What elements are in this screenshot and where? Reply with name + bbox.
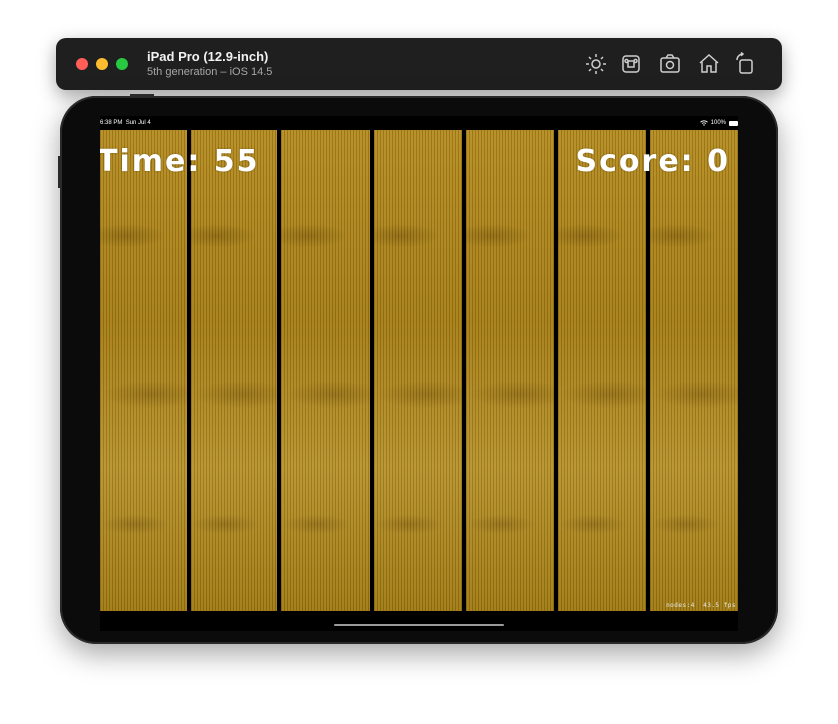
battery-icon (729, 120, 738, 126)
side-button (58, 156, 61, 188)
home-icon[interactable] (697, 52, 721, 76)
simulator-toolbar: iPad Pro (12.9-inch) 5th generation – iO… (56, 38, 782, 90)
time-label: Time: 55 (100, 144, 260, 179)
wood-plank (558, 130, 646, 611)
wood-plank (466, 130, 554, 611)
close-window-button[interactable] (76, 58, 88, 70)
ipad-screen[interactable]: 6:38 PM Sun Jul 4 100% Time: 55 Score: 0… (100, 116, 738, 631)
debug-overlay: nodes:4 43.5 fps (666, 602, 736, 609)
minimize-window-button[interactable] (96, 58, 108, 70)
top-button (130, 94, 154, 97)
status-time-date: 6:38 PM Sun Jul 4 (100, 120, 151, 126)
wood-plank (374, 130, 462, 611)
ipad-device-frame: 6:38 PM Sun Jul 4 100% Time: 55 Score: 0… (58, 94, 778, 644)
debug-fps: 43.5 fps (703, 602, 736, 609)
status-time: 6:38 PM (100, 120, 123, 126)
rotate-icon[interactable] (733, 51, 757, 76)
wood-plank (191, 130, 277, 611)
zoom-window-button[interactable] (116, 58, 128, 70)
debug-nodes: nodes:4 (666, 602, 695, 609)
simulator-device-subtitle: 5th generation – iOS 14.5 (147, 66, 273, 78)
brightness-icon[interactable] (584, 52, 608, 76)
status-bar: 6:38 PM Sun Jul 4 100% (100, 116, 738, 130)
wood-plank (281, 130, 370, 611)
home-indicator[interactable] (334, 624, 504, 626)
game-scene[interactable]: Time: 55 Score: 0 nodes:4 43.5 fps (100, 130, 738, 611)
score-label: Score: 0 (575, 144, 730, 179)
simulator-device-title: iPad Pro (12.9-inch) (147, 49, 269, 64)
wood-plank (650, 130, 738, 611)
battery-percent: 100% (710, 120, 726, 126)
wood-plank (100, 130, 187, 611)
status-indicators: 100% (699, 120, 738, 126)
screenshot-camera-icon[interactable] (658, 52, 682, 76)
wifi-icon (699, 120, 708, 126)
status-date: Sun Jul 4 (125, 120, 151, 126)
command-icon[interactable] (619, 52, 643, 76)
